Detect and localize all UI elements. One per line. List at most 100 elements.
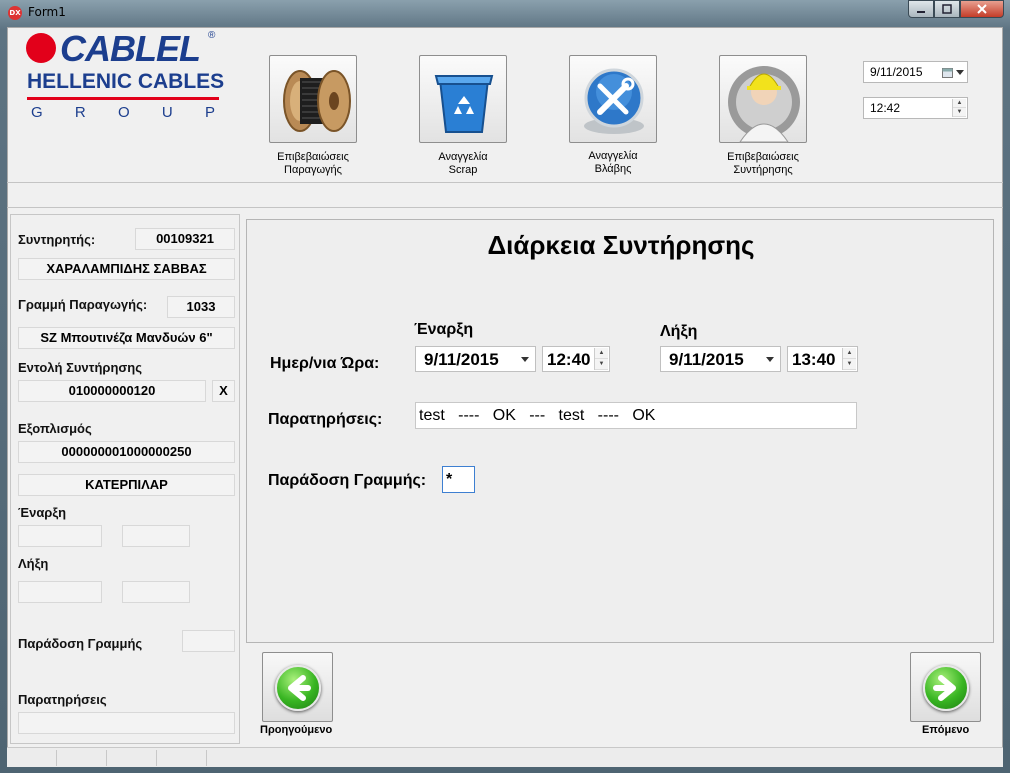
maintainer-name: ΧΑΡΑΛΑΜΠΙΔΗΣ ΣΑΒΒΑΣ [18,258,235,280]
spin-down-icon[interactable]: ▼ [595,359,608,370]
end-date-value: 9/11/2015 [669,350,744,369]
calendar-icon [942,68,953,78]
close-button[interactable] [960,0,1004,18]
end-label: Λήξη [18,556,49,571]
next-label: Επόμενο [922,724,970,736]
production-line-label: Γραμμή Παραγωγής: [18,297,148,312]
remarks-label: Παρατηρήσεις [18,692,107,707]
maintenance-confirmations-button[interactable] [719,55,807,143]
logo-subtitle: HELLENIC CABLES [27,70,225,93]
tile-label-line: Συντήρησης [733,164,793,176]
status-bar [7,747,1003,767]
window-frame: DX Form1 CABLEL ® HELLENIC CABLES G R O … [0,0,1010,773]
minimize-button[interactable] [908,0,934,18]
end-date-field [18,581,102,603]
spin-up-icon[interactable]: ▲ [595,348,608,359]
header-time-picker[interactable]: 12:42 ▲ ▼ [863,97,968,119]
handover-field [182,630,235,652]
title-bar: DX Form1 [0,0,1010,26]
status-segment [157,750,207,766]
production-confirmations-button[interactable] [269,55,357,143]
maintenance-worker-icon [728,66,800,143]
maximize-button[interactable] [934,0,960,18]
tile-label-line: Βλάβης [594,163,632,175]
divider [7,182,1003,183]
end-header: Λήξη [660,323,698,340]
header-date-value: 9/11/2015 [870,65,923,79]
spin-up-icon[interactable]: ▲ [953,99,966,108]
start-header: Έναρξη [414,321,474,338]
scrap-report-button[interactable] [419,55,507,143]
maximize-icon [942,4,952,14]
previous-button[interactable] [262,652,333,722]
equipment-value: 000000001000000250 [18,441,235,463]
datetime-label: Ημερ/νια Ώρα: [270,355,380,372]
start-label: Έναρξη [18,505,67,520]
start-date-field [18,525,102,547]
end-date-picker[interactable]: 9/11/2015 [660,346,781,372]
logo-letter: P [204,104,215,121]
maintenance-duration-panel: Διάρκεια Συντήρησης [246,219,994,643]
maintainer-label: Συντηρητής: [18,232,96,247]
previous-label: Προηγούμενο [260,724,333,736]
chevron-down-icon [521,357,529,362]
tile-label-line: Αναγγελία [438,151,488,163]
tile-label-line: Επιβεβαιώσεις [277,151,349,163]
remarks-input[interactable]: test ---- OK --- test ---- OK [415,402,857,429]
tile-label-line: Scrap [448,164,478,176]
cable-reel-icon [283,70,351,132]
maintainer-code: 00109321 [135,228,235,250]
line-handover-input[interactable]: * [442,466,475,493]
status-segment [7,750,57,766]
arrow-left-icon [275,665,321,711]
spin-down-icon[interactable]: ▼ [953,108,966,117]
divider [7,207,1003,208]
time-spinner[interactable]: ▲ ▼ [842,348,856,370]
clear-order-button[interactable]: X [212,380,235,402]
status-segment [57,750,107,766]
maintenance-order-value: 010000000120 [18,380,206,402]
logo-letter: G [31,104,43,121]
recycle-bin-icon [434,75,494,133]
logo-brand: CABLEL [60,28,201,69]
equipment-label: Εξοπλισμός [18,421,92,436]
start-date-picker[interactable]: 9/11/2015 [415,346,536,372]
end-time-field [122,581,190,603]
logo-letter: R [74,104,86,121]
page-title: Διάρκεια Συντήρησης [487,230,755,260]
handover-label: Παράδοση Γραμμής [18,636,143,651]
logo-registered: ® [208,30,216,41]
logo-rule [27,97,219,100]
remarks-field [18,712,235,734]
start-time-field [122,525,190,547]
window-title: Form1 [28,5,66,19]
header-time-value: 12:42 [870,101,901,115]
tile-label-line: Αναγγελία [588,150,638,162]
logo-dot [26,33,56,63]
minimize-icon [917,11,925,13]
status-segment [107,750,157,766]
production-line-name: SZ Μπουτινέζα Μανδυών 6" [18,327,235,349]
time-spinner[interactable]: ▲ ▼ [594,348,608,370]
time-spinner[interactable]: ▲ ▼ [952,99,966,117]
equipment-name: ΚΑΤΕΡΠΙΛΑΡ [18,474,235,496]
tile-label-line: Επιβεβαιώσεις [727,151,799,163]
tile-label-line: Παραγωγής [284,164,342,176]
production-line-code: 1033 [167,296,235,318]
end-time-picker[interactable]: 13:40 ▲ ▼ [787,346,858,372]
tools-icon [584,68,644,134]
start-time-picker[interactable]: 12:40 ▲ ▼ [542,346,610,372]
chevron-down-icon [766,357,774,362]
close-icon [977,4,987,14]
fault-report-button[interactable] [569,55,657,143]
company-logo: CABLEL ® HELLENIC CABLES G R O U P [24,28,225,125]
next-button[interactable] [910,652,981,722]
header-date-picker[interactable]: 9/11/2015 [863,61,968,83]
arrow-right-icon [923,665,969,711]
spin-down-icon[interactable]: ▼ [843,359,856,370]
spin-up-icon[interactable]: ▲ [843,348,856,359]
end-time-value: 13:40 [792,350,836,369]
line-handover-label: Παράδοση Γραμμής: [268,472,427,489]
chevron-down-icon [956,70,964,75]
start-date-value: 9/11/2015 [424,350,499,369]
